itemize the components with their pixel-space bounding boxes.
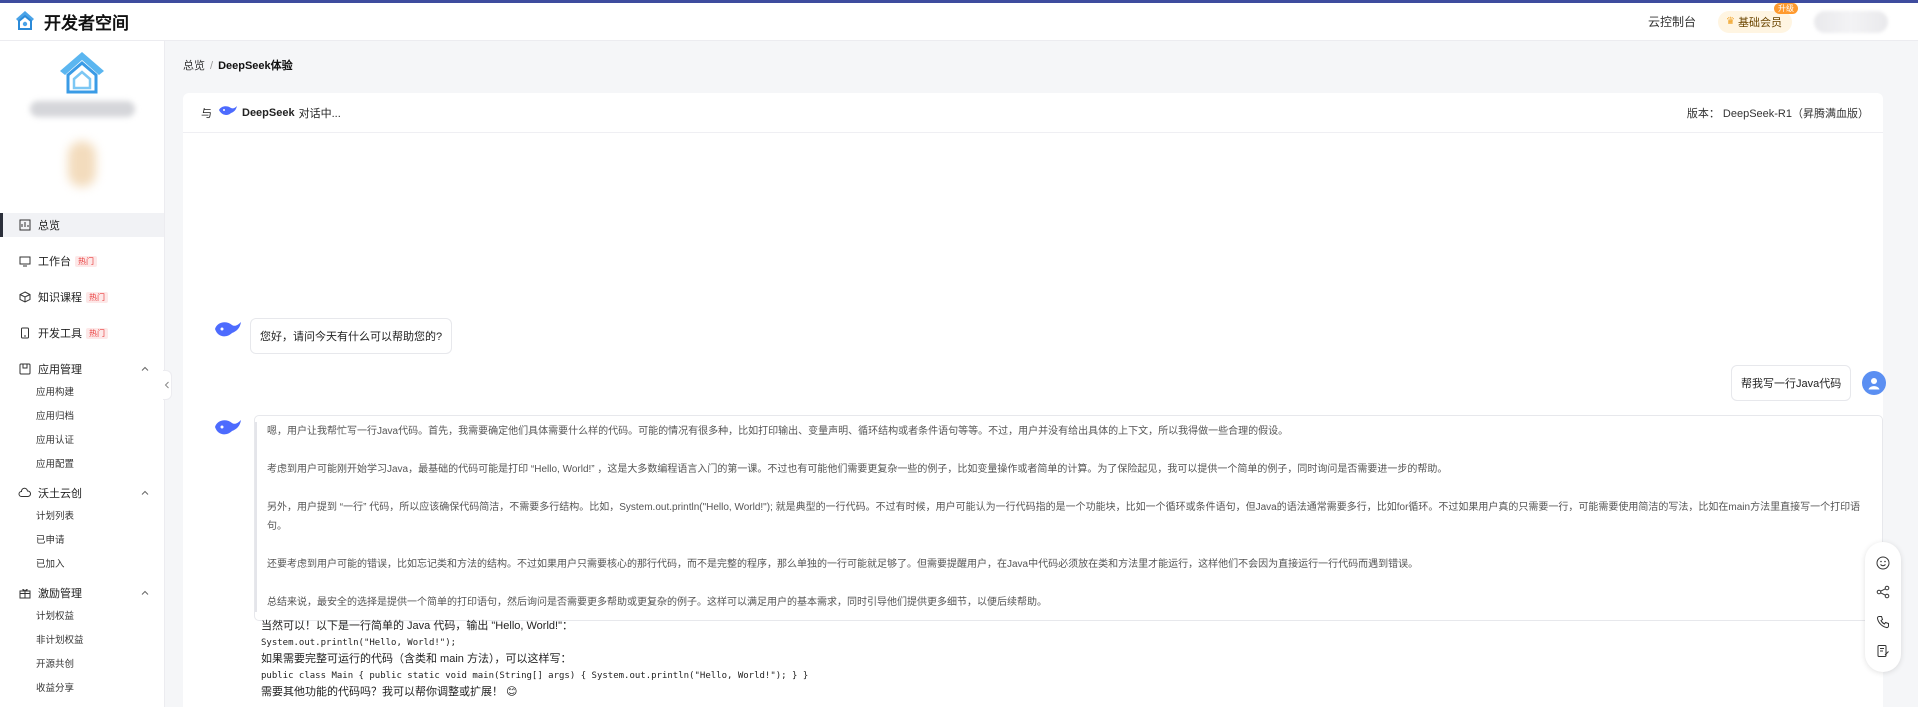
sidebar-group-cloud: 沃土云创 计划列表 已申请 已加入 <box>0 481 164 577</box>
edit-icon[interactable] <box>1875 643 1891 659</box>
sidebar-subitem[interactable]: 已加入 <box>0 553 164 577</box>
smile-icon[interactable] <box>1875 555 1891 571</box>
sidebar-subitem[interactable]: 非计划权益 <box>0 629 164 653</box>
breadcrumb: 总览 / DeepSeek体验 <box>183 57 293 73</box>
model-version: 版本： DeepSeek-R1（昇腾满血版） <box>1686 107 1869 120</box>
brand[interactable]: 开发者空间 <box>14 9 129 34</box>
sidebar-group-header-app-manage[interactable]: 应用管理 <box>0 357 164 381</box>
logo-icon <box>14 9 36 34</box>
sidebar-subitem[interactable]: 应用认证 <box>0 429 164 453</box>
app-manage-icon <box>18 363 31 376</box>
bot-message-greeting: 您好，请问今天有什么可以帮助您的? <box>213 318 453 354</box>
cloud-icon <box>18 487 31 500</box>
phone-icon[interactable] <box>1875 614 1891 630</box>
chat-prefix: 与 <box>201 107 212 120</box>
sidebar-subitem[interactable]: 应用构建 <box>0 381 164 405</box>
reasoning-paragraph: 另外，用户提到 “一行” 代码，所以应该确保代码简洁，不需要多行结构。比如，Sy… <box>267 502 1861 532</box>
sidebar-item-label: 总览 <box>38 220 60 232</box>
reasoning-paragraph: 总结来说，最安全的选择是提供一个简单的打印语句，然后询问是否需要更多帮助或更复杂… <box>267 597 1047 608</box>
sidebar-subitem[interactable]: 应用配置 <box>0 453 164 477</box>
device-icon <box>18 327 31 340</box>
brand-title: 开发者空间 <box>44 14 129 33</box>
sidebar-nav: 总览 工作台 热门 知识课程 热门 开发工具 热门 应用管理 应用构建 应用归档… <box>0 213 164 705</box>
chat-header: 与 DeepSeek 对话中... 版本： DeepSeek-R1（昇腾满血版） <box>183 93 1883 133</box>
sidebar-group-label: 应用管理 <box>38 364 82 376</box>
sidebar: 总览 工作台 热门 知识课程 热门 开发工具 热门 应用管理 应用构建 应用归档… <box>0 41 165 707</box>
hot-badge: 热门 <box>86 291 108 303</box>
sidebar-item-workbench[interactable]: 工作台 热门 <box>0 249 164 273</box>
sidebar-group-header-incentive[interactable]: 激励管理 <box>0 581 164 605</box>
sidebar-group-header-cloud[interactable]: 沃土云创 <box>0 481 164 505</box>
floating-action-bar <box>1865 542 1901 672</box>
vip-label: 基础会员 <box>1738 16 1782 29</box>
crown-icon: ♛ <box>1726 16 1735 27</box>
chevron-up-icon <box>141 364 149 376</box>
space-logo-icon <box>57 49 107 98</box>
sidebar-item-devtools[interactable]: 开发工具 热门 <box>0 321 164 345</box>
deepseek-whale-icon <box>213 416 243 443</box>
share-icon[interactable] <box>1875 584 1891 600</box>
message-bubble: 帮我写一行Java代码 <box>1731 365 1852 401</box>
answer-text: 需要其他功能的代码吗？我可以帮你调整或扩展！ 😊 <box>261 686 518 698</box>
blurred-username <box>30 101 135 117</box>
sidebar-group-incentive: 激励管理 计划权益 非计划权益 开源共创 收益分享 <box>0 581 164 701</box>
sidebar-subitem[interactable]: 计划列表 <box>0 505 164 529</box>
sidebar-subitem[interactable]: 计划权益 <box>0 605 164 629</box>
message-bubble: 您好，请问今天有什么可以帮助您的? <box>250 318 453 354</box>
sidebar-item-courses[interactable]: 知识课程 热门 <box>0 285 164 309</box>
user-avatar-icon <box>1862 371 1887 395</box>
chevron-left-icon <box>164 378 170 392</box>
sidebar-subitem[interactable]: 已申请 <box>0 529 164 553</box>
user-message: 帮我写一行Java代码 <box>1731 365 1887 401</box>
deepseek-whale-icon <box>218 104 238 121</box>
sidebar-item-overview[interactable]: 总览 <box>0 213 164 237</box>
code-line: public class Main { public static void m… <box>261 671 809 681</box>
workbench-icon <box>18 255 31 268</box>
user-avatar-blurred[interactable] <box>1814 10 1888 33</box>
sidebar-item-label: 工作台 <box>38 256 71 268</box>
sidebar-item-label: 开发工具 <box>38 328 82 340</box>
sidebar-group-label: 沃土云创 <box>38 488 82 500</box>
code-line: System.out.println("Hello, World!"); <box>261 638 457 648</box>
sidebar-group-app-manage: 应用管理 应用构建 应用归档 应用认证 应用配置 <box>0 357 164 477</box>
console-link[interactable]: 云控制台 <box>1648 13 1696 30</box>
bot-name: DeepSeek <box>242 106 295 119</box>
top-bar: 开发者空间 云控制台 ♛ 基础会员 升级 <box>0 0 1918 41</box>
reasoning-paragraph: 考虑到用户可能刚开始学习Java，最基础的代码可能是打印 “Hello, Wor… <box>267 464 1448 475</box>
sidebar-item-label: 知识课程 <box>38 292 82 304</box>
sidebar-group-label: 激励管理 <box>38 588 82 600</box>
upgrade-badge: 升级 <box>1774 2 1798 14</box>
answer-text: 当然可以！以下是一行简单的 Java 代码，输出 "Hello, World!"… <box>261 620 573 632</box>
chevron-up-icon <box>141 588 149 600</box>
breadcrumb-root[interactable]: 总览 <box>183 60 205 72</box>
gift-icon <box>18 587 31 600</box>
overview-icon <box>18 219 31 232</box>
reasoning-content: 嗯，用户让我帮忙写一行Java代码。首先，我需要确定他们具体需要什么样的代码。可… <box>255 422 1868 612</box>
answer-text: 如果需要完整可运行的代码（含类和 main 方法），可以这样写： <box>261 653 572 665</box>
sidebar-subitem[interactable]: 应用归档 <box>0 405 164 429</box>
sidebar-subitem[interactable]: 收益分享 <box>0 677 164 701</box>
reasoning-block: 嗯，用户让我帮忙写一行Java代码。首先，我需要确定他们具体需要什么样的代码。可… <box>254 415 1883 621</box>
vip-membership-button[interactable]: ♛ 基础会员 升级 <box>1718 2 1798 33</box>
breadcrumb-current: DeepSeek体验 <box>218 60 293 72</box>
deepseek-whale-icon <box>213 318 243 346</box>
blurred-member-badge <box>68 141 96 187</box>
bot-answer: 当然可以！以下是一行简单的 Java 代码，输出 "Hello, World!"… <box>261 618 1861 701</box>
chevron-up-icon <box>141 488 149 500</box>
cube-icon <box>18 291 31 304</box>
sidebar-collapse-handle[interactable] <box>163 370 172 400</box>
sidebar-subitem[interactable]: 开源共创 <box>0 653 164 677</box>
chat-status: 对话中... <box>298 107 341 120</box>
breadcrumb-separator: / <box>210 60 214 72</box>
reasoning-paragraph: 嗯，用户让我帮忙写一行Java代码。首先，我需要确定他们具体需要什么样的代码。可… <box>267 426 1289 437</box>
reasoning-paragraph: 还要考虑到用户可能的错误，比如忘记类和方法的结构。不过如果用户只需要核心的那行代… <box>267 559 1419 570</box>
hot-badge: 热门 <box>75 255 97 267</box>
hot-badge: 热门 <box>86 327 108 339</box>
